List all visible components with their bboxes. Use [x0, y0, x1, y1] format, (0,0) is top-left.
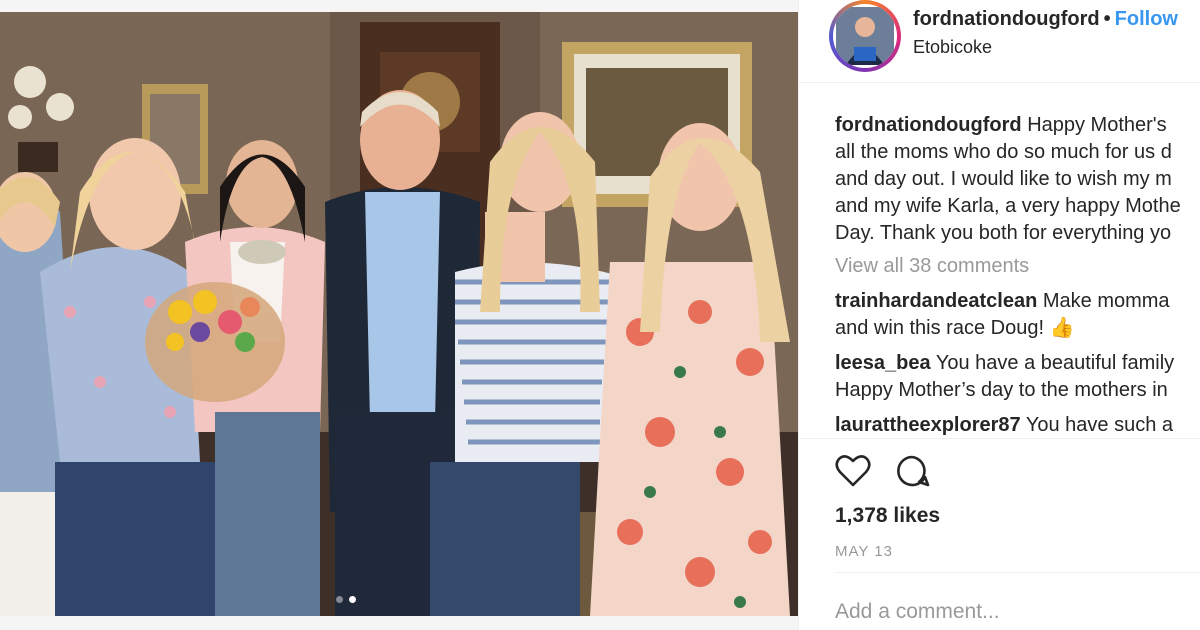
page-bottom-strip [0, 616, 798, 630]
post-header: fordnationdougford • Follow Etobicoke [799, 0, 1200, 83]
post-location[interactable]: Etobicoke [913, 37, 992, 58]
add-comment-input[interactable]: Add a comment... [835, 600, 1000, 624]
comment-text-line: Make momma [1042, 290, 1170, 312]
comment-text-line: You have a beautiful family [935, 352, 1175, 374]
post-photo[interactable] [0, 12, 798, 616]
post-side-panel: fordnationdougford • Follow Etobicoke ford… [799, 0, 1200, 630]
comment-username[interactable]: laurattheexplorer87 [835, 414, 1021, 436]
comment-icon[interactable] [895, 454, 931, 493]
comments-list: fordnationdougford Happy Mother's all th… [835, 112, 1200, 438]
carousel-dot[interactable] [336, 596, 343, 603]
caption-text-line: all the moms who do so much for us d [835, 141, 1172, 163]
avatar-image [833, 4, 897, 68]
likes-count[interactable]: 1,378 likes [835, 504, 940, 528]
actions-divider [799, 438, 1200, 439]
caption-text-line: Happy Mother's [1027, 114, 1167, 136]
caption-text-line: and day out. I would like to wish my m [835, 168, 1172, 190]
post-date[interactable]: MAY 13 [835, 543, 893, 560]
comment-username[interactable]: leesa_bea [835, 352, 931, 374]
add-comment-divider [835, 572, 1200, 573]
caption: fordnationdougford Happy Mother's [835, 112, 1200, 139]
caption-text-line: and my wife Karla, a very happy Mothe [835, 195, 1181, 217]
follow-button[interactable]: Follow [1115, 8, 1178, 30]
post-username-row: fordnationdougford • Follow [913, 8, 1178, 31]
carousel-dot-active[interactable] [349, 596, 356, 603]
comment-item: trainhardandeatclean Make momma and win … [835, 288, 1200, 342]
carousel-dots[interactable] [336, 596, 356, 603]
avatar[interactable] [829, 0, 901, 72]
comment-username[interactable]: trainhardandeatclean [835, 290, 1037, 312]
caption-text-line: Day. Thank you both for everything yo [835, 222, 1172, 244]
separator-bullet: • [1103, 8, 1111, 30]
comment-item: leesa_bea You have a beautiful family Ha… [835, 350, 1200, 404]
heart-icon[interactable] [835, 454, 871, 493]
family-photo-illustration [0, 12, 798, 616]
comment-text-line: and win this race Doug! 👍 [835, 317, 1075, 339]
post-username[interactable]: fordnationdougford [913, 8, 1100, 30]
view-all-comments-link[interactable]: View all 38 comments [835, 253, 1200, 280]
page-top-strip [0, 0, 798, 12]
comment-item: laurattheexplorer87 You have such a [835, 412, 1200, 438]
avatar-illustration [836, 7, 894, 65]
comment-text-line: You have such a [1025, 414, 1174, 436]
caption-username[interactable]: fordnationdougford [835, 114, 1022, 136]
comment-text-line: Happy Mother’s day to the mothers in [835, 379, 1168, 401]
